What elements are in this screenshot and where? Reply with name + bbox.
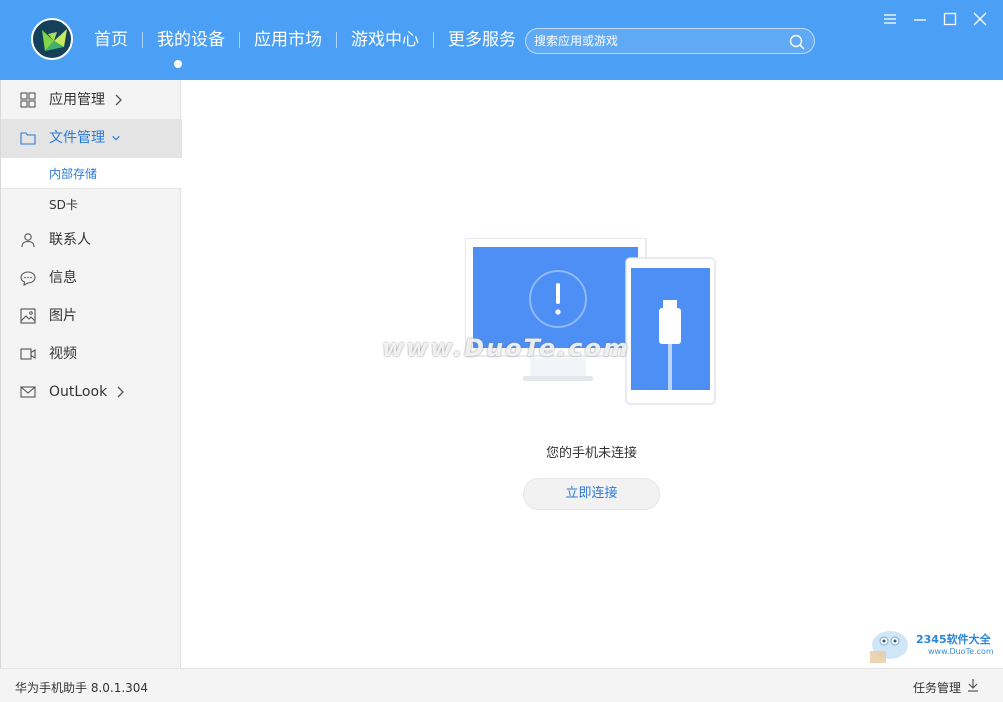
nav-game-center[interactable]: 游戏中心 (337, 28, 433, 52)
status-bar: 华为手机助手 8.0.1.304 任务管理 (0, 668, 1003, 702)
mail-icon (20, 386, 36, 398)
main-nav: 首页 我的设备 应用市场 游戏中心 更多服务 (80, 0, 530, 80)
sidebar-item-label: 应用管理 (49, 92, 105, 108)
device-disconnected-illustration (465, 238, 716, 405)
chevron-right-icon (115, 94, 122, 106)
sidebar-item-label: 视频 (49, 346, 77, 362)
image-icon (20, 308, 36, 324)
site-badge-url: www.DuoTe.com (928, 647, 994, 656)
version-label: 华为手机助手 8.0.1.304 (15, 681, 149, 695)
folder-icon (20, 132, 36, 145)
sidebar-item-label: OutLook (49, 384, 108, 400)
sidebar: 应用管理 文件管理 内部存储 SD卡 联系人 信息 图片 视频 OutLook (0, 80, 182, 668)
search-box (525, 28, 815, 54)
app-logo[interactable] (31, 18, 73, 60)
sidebar-item-file-management[interactable]: 文件管理 (1, 119, 182, 157)
search-input[interactable] (534, 32, 784, 50)
chevron-down-icon (112, 135, 120, 141)
sidebar-item-label: 文件管理 (49, 130, 105, 146)
connection-status-text: 您的手机未连接 (545, 446, 637, 461)
sidebar-item-label: 图片 (49, 308, 77, 324)
main-content: www.DuoTe.com 您的手机未连接 立即连接 (182, 80, 1001, 668)
title-bar: 首页 我的设备 应用市场 游戏中心 更多服务 (0, 0, 1003, 80)
close-icon[interactable] (971, 10, 989, 28)
nav-app-market[interactable]: 应用市场 (240, 28, 336, 52)
connect-now-button[interactable]: 立即连接 (523, 478, 660, 510)
active-nav-indicator (174, 60, 182, 68)
sidebar-item-messages[interactable]: 信息 (1, 259, 182, 297)
sidebar-item-label: 信息 (49, 270, 77, 286)
sidebar-item-pictures[interactable]: 图片 (1, 297, 182, 335)
video-icon (20, 348, 36, 360)
person-icon (21, 233, 35, 248)
sidebar-item-label: 联系人 (49, 232, 91, 248)
sidebar-subitem-label: SD卡 (49, 198, 78, 212)
maximize-icon[interactable] (941, 10, 959, 28)
nav-home[interactable]: 首页 (80, 28, 142, 52)
sidebar-item-videos[interactable]: 视频 (1, 335, 182, 373)
sidebar-item-app-management[interactable]: 应用管理 (1, 81, 182, 119)
sidebar-item-contacts[interactable]: 联系人 (1, 221, 182, 259)
nav-more-services[interactable]: 更多服务 (434, 28, 530, 52)
site-badge-title: 2345软件大全 (916, 633, 991, 646)
search-icon[interactable] (788, 33, 806, 51)
chevron-right-icon (117, 386, 124, 398)
minimize-icon[interactable] (911, 10, 929, 28)
download-icon[interactable] (966, 678, 980, 692)
watermark-text: www.DuoTe.com (382, 334, 630, 362)
menu-icon[interactable] (881, 10, 899, 28)
grid-icon (20, 92, 36, 108)
sidebar-subitem-sd-card[interactable]: SD卡 (1, 189, 182, 221)
sidebar-subitem-label: 内部存储 (49, 167, 98, 181)
message-icon (20, 271, 36, 286)
task-manager-button[interactable]: 任务管理 (913, 679, 961, 696)
sidebar-subitem-internal-storage[interactable]: 内部存储 (1, 157, 182, 189)
nav-my-device[interactable]: 我的设备 (143, 28, 239, 52)
sidebar-item-outlook[interactable]: OutLook (1, 373, 182, 411)
